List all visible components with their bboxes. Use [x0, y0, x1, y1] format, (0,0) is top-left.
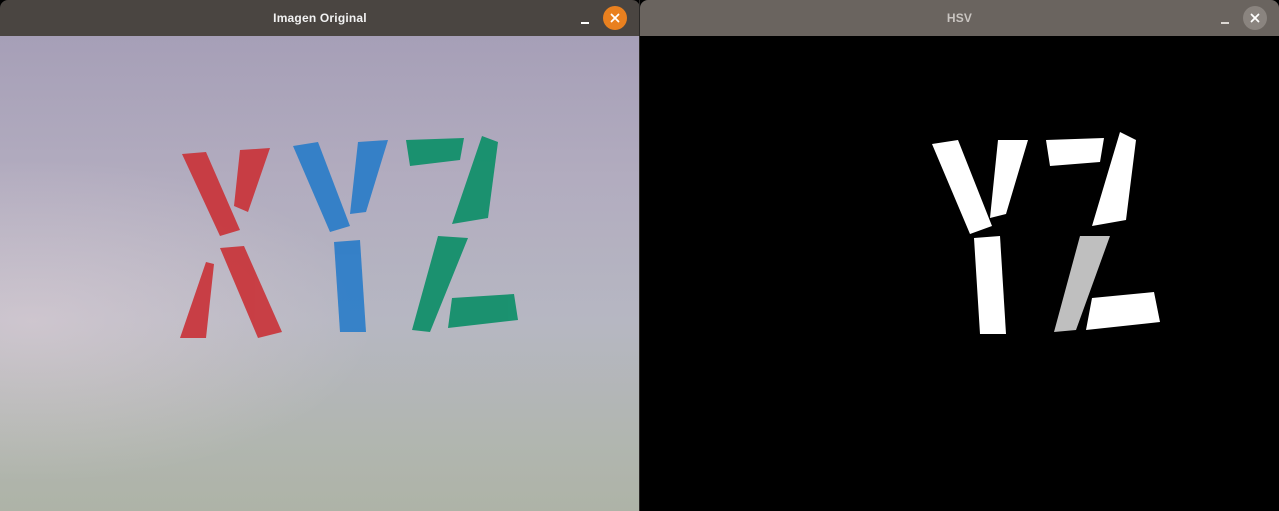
titlebar[interactable]: Imagen Original	[0, 0, 640, 36]
original-image-canvas	[180, 136, 518, 338]
minimize-icon	[1221, 22, 1229, 24]
hsv-mask-canvas	[932, 132, 1160, 334]
hsv-mask-image	[640, 36, 1279, 511]
letter-z	[406, 136, 518, 332]
close-button[interactable]	[1243, 6, 1267, 30]
close-icon	[610, 13, 620, 23]
mask-letter-z	[1046, 132, 1160, 332]
window-title: Imagen Original	[273, 11, 367, 25]
close-button[interactable]	[603, 6, 627, 30]
original-image	[0, 36, 640, 511]
minimize-icon	[581, 22, 589, 24]
titlebar[interactable]: HSV	[640, 0, 1279, 36]
minimize-button[interactable]	[1218, 12, 1232, 26]
letter-x	[180, 148, 282, 338]
letter-y	[293, 140, 388, 332]
mask-letter-y	[932, 140, 1028, 334]
minimize-button[interactable]	[578, 12, 592, 26]
window-title: HSV	[946, 11, 973, 25]
window-imagen-original[interactable]: Imagen Original	[0, 0, 640, 511]
close-icon	[1250, 13, 1260, 23]
window-hsv[interactable]: HSV	[640, 0, 1279, 511]
